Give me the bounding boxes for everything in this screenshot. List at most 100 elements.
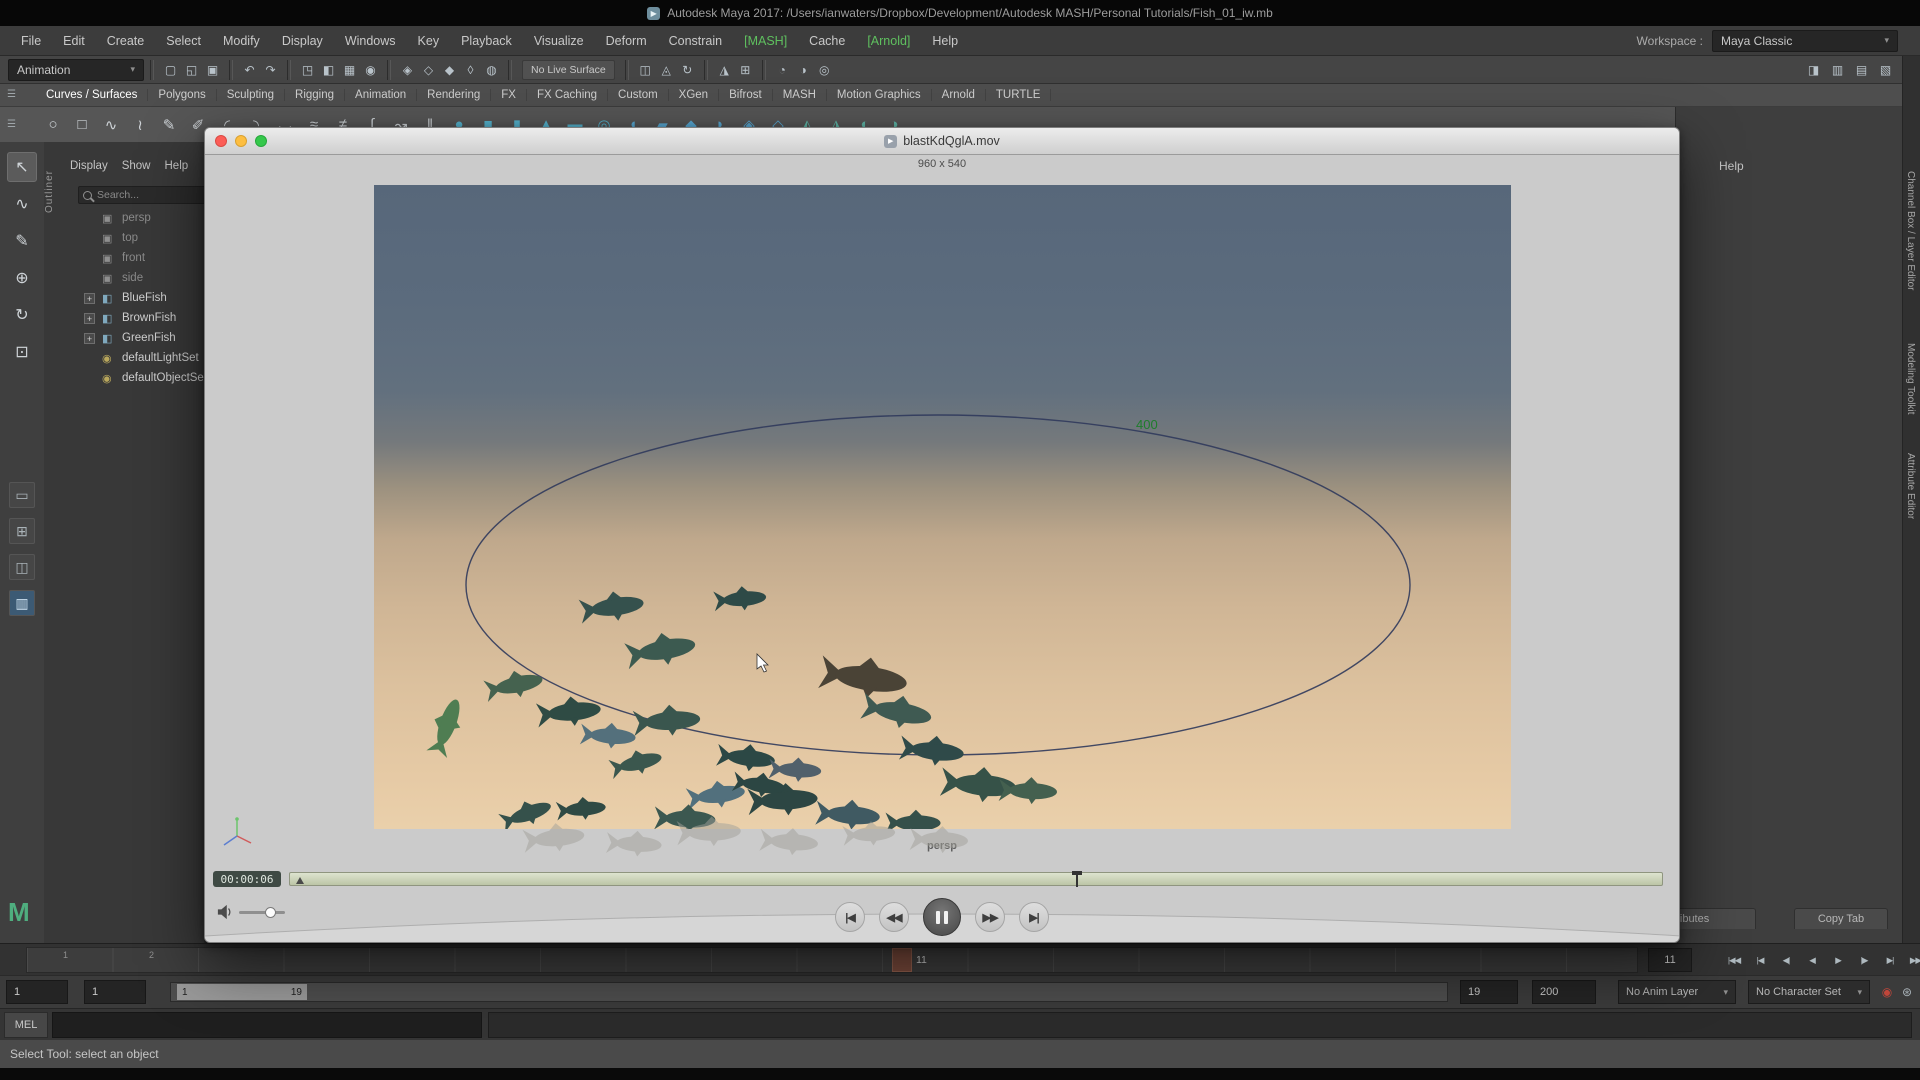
paint-select-tool[interactable]: ✎ [7, 226, 37, 256]
step-back-frame-button[interactable]: |◀ [1748, 949, 1772, 971]
snap-surface-icon[interactable]: ◍ [481, 59, 502, 80]
toggle-tool-settings-icon[interactable]: ▥ [1827, 59, 1848, 80]
toggle-channel-box-icon[interactable]: ▤ [1851, 59, 1872, 80]
highlight-selection-icon[interactable]: ◉ [360, 59, 381, 80]
shelf-tab-bifrost[interactable]: Bifrost [719, 89, 773, 101]
move-tool[interactable]: ⊕ [7, 263, 37, 293]
shelf-menu-icon[interactable]: ☰ [7, 89, 16, 100]
shelf-tab-motion-graphics[interactable]: Motion Graphics [827, 89, 932, 101]
outliner-item-persp[interactable]: ▣persp [44, 208, 204, 228]
menu-playback[interactable]: Playback [450, 34, 523, 48]
cv-curve-tool-icon[interactable]: ∿ [98, 112, 124, 138]
playhead-marker[interactable] [1072, 871, 1082, 875]
outliner-search-input[interactable]: Search... [78, 186, 205, 204]
close-button[interactable] [215, 135, 227, 147]
toggle-attribute-editor-icon[interactable]: ◨ [1803, 59, 1824, 80]
playback-start-field[interactable]: 1 [84, 980, 146, 1004]
expand-icon[interactable]: + [84, 313, 95, 324]
current-frame-field[interactable]: 11 [1648, 948, 1692, 972]
sidebar-tab-attribute-editor[interactable]: Attribute Editor [1905, 453, 1916, 519]
menu-windows[interactable]: Windows [334, 34, 407, 48]
render-view-icon[interactable]: ◔ [772, 59, 793, 80]
toggle-outliner-icon[interactable]: ▧ [1875, 59, 1896, 80]
expand-icon[interactable]: + [84, 293, 95, 304]
playback-end-field[interactable]: 19 [1460, 980, 1518, 1004]
outliner-menu-help[interactable]: Help [165, 160, 189, 172]
movie-scrub-track[interactable] [289, 872, 1663, 886]
animation-end-field[interactable]: 200 [1532, 980, 1596, 1004]
anim-layer-select[interactable]: No Anim Layer ▾ [1618, 980, 1736, 1004]
select-object-icon[interactable]: ◧ [318, 59, 339, 80]
range-slider-bar[interactable]: 1 19 [177, 984, 307, 1000]
shelf-tab-fx-caching[interactable]: FX Caching [527, 89, 608, 101]
go-to-start-button[interactable]: |◀ [835, 902, 865, 932]
scrub-marker-icon[interactable] [296, 877, 304, 884]
output-connections-icon[interactable]: ◬ [656, 59, 677, 80]
snap-point-icon[interactable]: ◆ [439, 59, 460, 80]
snap-plane-icon[interactable]: ◊ [460, 59, 481, 80]
tab-copy-tab[interactable]: Copy Tab [1794, 908, 1888, 929]
outliner-item-defaultlightset[interactable]: ◉defaultLightSet [44, 348, 204, 368]
menu-modify[interactable]: Modify [212, 34, 271, 48]
go-to-start-button[interactable]: |◀◀ [1722, 949, 1746, 971]
save-scene-icon[interactable]: ▣ [202, 59, 223, 80]
ep-curve-tool-icon[interactable]: ≀ [127, 112, 153, 138]
snap-curve-icon[interactable]: ◇ [418, 59, 439, 80]
range-slider-track[interactable]: 1 19 [170, 982, 1448, 1002]
play-forwards-button[interactable]: ▶ [1826, 949, 1850, 971]
select-tool[interactable]: ↖ [7, 152, 37, 182]
render-settings-icon[interactable]: ◎ [814, 59, 835, 80]
animation-start-field[interactable]: 1 [6, 980, 68, 1004]
movie-player-window[interactable]: ▶ blastKdQglA.mov 960 x 540 400 persp 00… [204, 127, 1680, 943]
shelf-tab-custom[interactable]: Custom [608, 89, 669, 101]
outliner-item-front[interactable]: ▣front [44, 248, 204, 268]
minimize-button[interactable] [235, 135, 247, 147]
menu-deform[interactable]: Deform [595, 34, 658, 48]
outliner-item-top[interactable]: ▣top [44, 228, 204, 248]
shelf-tab-arnold[interactable]: Arnold [932, 89, 986, 101]
fast-forward-button[interactable]: ▶▶ [975, 902, 1005, 932]
nurbs-circle-icon[interactable]: ○ [40, 112, 66, 138]
menu-constrain[interactable]: Constrain [658, 34, 734, 48]
pause-button[interactable] [923, 898, 961, 936]
shelf-tab-sculpting[interactable]: Sculpting [217, 89, 285, 101]
snap-grid-icon[interactable]: ◈ [397, 59, 418, 80]
select-hierarchy-icon[interactable]: ◳ [297, 59, 318, 80]
construction-history-icon[interactable]: ↻ [677, 59, 698, 80]
shelf-tab-turtle[interactable]: TURTLE [986, 89, 1052, 101]
outliner-item-greenfish[interactable]: +◧GreenFish [44, 328, 204, 348]
menu-set-select[interactable]: Animation ▾ [8, 59, 144, 81]
outliner-item-bluefish[interactable]: +◧BlueFish [44, 288, 204, 308]
ipr-render-icon[interactable]: ◑ [793, 59, 814, 80]
menu-mash[interactable]: [MASH] [733, 34, 798, 48]
menu-key[interactable]: Key [407, 34, 451, 48]
shelf-tab-polygons[interactable]: Polygons [148, 89, 216, 101]
shelf-tab-rendering[interactable]: Rendering [417, 89, 491, 101]
current-frame-marker[interactable] [892, 948, 912, 972]
go-to-end-button[interactable]: ▶▶| [1904, 949, 1920, 971]
layout-preset[interactable]: ▥ [9, 590, 35, 616]
transform-constraint-icon[interactable]: ⊞ [735, 59, 756, 80]
movie-window-titlebar[interactable]: ▶ blastKdQglA.mov [205, 128, 1679, 155]
new-scene-icon[interactable]: ▢ [160, 59, 181, 80]
expand-icon[interactable]: + [84, 333, 95, 344]
shelf-tab-mash[interactable]: MASH [773, 89, 827, 101]
menu-cache[interactable]: Cache [798, 34, 856, 48]
menu-visualize[interactable]: Visualize [523, 34, 595, 48]
animation-preferences-icon[interactable]: ⊛ [1898, 983, 1916, 1001]
symmetry-icon[interactable]: ◮ [714, 59, 735, 80]
outliner-menu-display[interactable]: Display [70, 160, 108, 172]
time-slider-track[interactable]: 12 11 [26, 947, 1638, 973]
menu-help[interactable]: Help [921, 34, 969, 48]
step-forward-frame-button[interactable]: ▶| [1878, 949, 1902, 971]
sidebar-tab-modeling-toolkit[interactable]: Modeling Toolkit [1905, 343, 1916, 415]
layout-four-pane[interactable]: ⊞ [9, 518, 35, 544]
shelf-options-icon[interactable]: ☰ [7, 119, 16, 130]
scale-tool[interactable]: ⊡ [7, 337, 37, 367]
select-component-icon[interactable]: ▦ [339, 59, 360, 80]
step-forward-key-button[interactable]: |▶ [1852, 949, 1876, 971]
auto-keyframe-icon[interactable]: ◉ [1878, 983, 1896, 1001]
input-connections-icon[interactable]: ◫ [635, 59, 656, 80]
shelf-tab-rigging[interactable]: Rigging [285, 89, 345, 101]
menu-display[interactable]: Display [271, 34, 334, 48]
